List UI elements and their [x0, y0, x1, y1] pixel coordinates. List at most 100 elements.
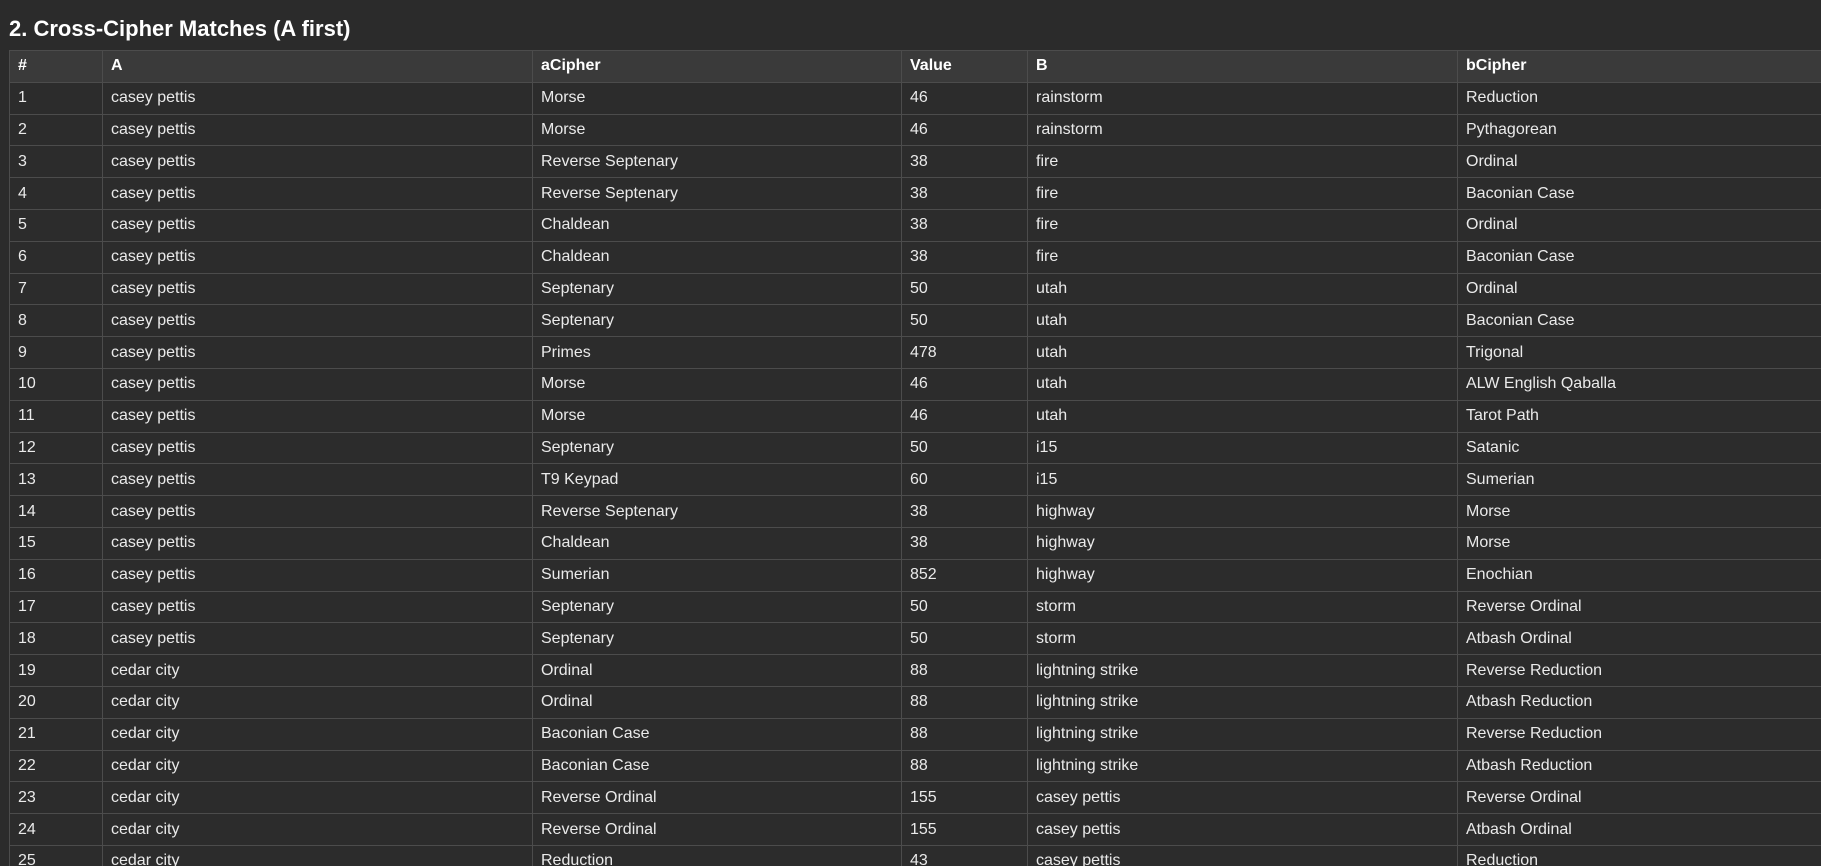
cell-b: casey pettis [1027, 844, 1458, 866]
cell-a: casey pettis [102, 399, 533, 433]
cell-value: 60 [901, 463, 1028, 497]
cell-number: 1 [9, 81, 103, 115]
cell-b: highway [1027, 558, 1458, 592]
cell-value: 50 [901, 622, 1028, 656]
table-row: 21 cedar city Baconian Case 88 lightning str… [9, 717, 1821, 751]
cell-number: 21 [9, 717, 103, 751]
column-header-a: A [102, 50, 533, 83]
cell-b: lightning strike [1027, 749, 1458, 783]
column-header-bcipher: bCipher [1457, 50, 1821, 83]
cell-bcipher: Reduction [1457, 844, 1821, 866]
cell-number: 6 [9, 240, 103, 274]
table-row: 13 casey pettis T9 Keypad 60 i15 Sumerian [9, 463, 1821, 497]
cell-value: 38 [901, 240, 1028, 274]
cell-b: utah [1027, 336, 1458, 369]
cell-bcipher: Baconian Case [1457, 177, 1821, 210]
cell-number: 18 [9, 622, 103, 656]
cell-b: utah [1027, 367, 1458, 401]
cell-bcipher: Atbash Reduction [1457, 749, 1821, 783]
cell-bcipher: Morse [1457, 526, 1821, 560]
cell-b: i15 [1027, 463, 1458, 497]
cell-acipher: Reverse Ordinal [532, 813, 902, 846]
table-row: 16 casey pettis Sumerian 852 highway Enochian [9, 558, 1821, 592]
cell-bcipher: Reverse Ordinal [1457, 781, 1821, 815]
cell-bcipher: Trigonal [1457, 336, 1821, 369]
table-body: 1 casey pettis Morse 46 rainstorm Reduction 2 c… [9, 81, 1821, 866]
column-header-b: B [1027, 50, 1458, 83]
cell-value: 38 [901, 208, 1028, 242]
cell-bcipher: Enochian [1457, 558, 1821, 592]
cell-bcipher: Ordinal [1457, 208, 1821, 242]
cell-b: fire [1027, 240, 1458, 274]
cell-number: 9 [9, 336, 103, 369]
cell-value: 155 [901, 781, 1028, 815]
cell-a: casey pettis [102, 367, 533, 401]
cell-b: i15 [1027, 431, 1458, 465]
cell-acipher: Chaldean [532, 240, 902, 274]
cell-acipher: T9 Keypad [532, 463, 902, 497]
cell-value: 43 [901, 844, 1028, 866]
cell-number: 10 [9, 367, 103, 401]
table-row: 1 casey pettis Morse 46 rainstorm Reduction [9, 81, 1821, 115]
cell-bcipher: Satanic [1457, 431, 1821, 465]
cell-acipher: Ordinal [532, 685, 902, 719]
cell-a: casey pettis [102, 622, 533, 656]
cell-bcipher: ALW English Qaballa [1457, 367, 1821, 401]
cell-number: 22 [9, 749, 103, 783]
table-row: 10 casey pettis Morse 46 utah ALW English Qab… [9, 367, 1821, 401]
cell-value: 88 [901, 749, 1028, 783]
cell-bcipher: Ordinal [1457, 272, 1821, 306]
cell-acipher: Reverse Ordinal [532, 781, 902, 815]
cell-acipher: Reduction [532, 844, 902, 866]
cell-a: cedar city [102, 685, 533, 719]
cell-b: rainstorm [1027, 81, 1458, 115]
cell-a: casey pettis [102, 145, 533, 179]
cell-bcipher: Reverse Ordinal [1457, 590, 1821, 624]
cell-value: 38 [901, 177, 1028, 210]
cell-bcipher: Reverse Reduction [1457, 654, 1821, 687]
cell-b: lightning strike [1027, 685, 1458, 719]
cell-number: 11 [9, 399, 103, 433]
column-header-number: # [9, 50, 103, 83]
cell-a: casey pettis [102, 304, 533, 338]
cell-value: 46 [901, 367, 1028, 401]
cell-acipher: Septenary [532, 431, 902, 465]
table-row: 23 cedar city Reverse Ordinal 155 casey pett… [9, 781, 1821, 815]
cell-a: casey pettis [102, 177, 533, 210]
cell-b: storm [1027, 590, 1458, 624]
cell-a: casey pettis [102, 336, 533, 369]
cell-b: casey pettis [1027, 813, 1458, 846]
cell-a: casey pettis [102, 81, 533, 115]
cell-acipher: Ordinal [532, 654, 902, 687]
cell-acipher: Baconian Case [532, 749, 902, 783]
cell-number: 13 [9, 463, 103, 497]
cell-acipher: Morse [532, 399, 902, 433]
cell-bcipher: Atbash Ordinal [1457, 813, 1821, 846]
cell-acipher: Reverse Septenary [532, 145, 902, 179]
cell-value: 50 [901, 431, 1028, 465]
cell-bcipher: Sumerian [1457, 463, 1821, 497]
cell-a: casey pettis [102, 208, 533, 242]
cell-b: utah [1027, 399, 1458, 433]
cell-value: 50 [901, 304, 1028, 338]
cell-value: 46 [901, 113, 1028, 147]
cell-number: 15 [9, 526, 103, 560]
cell-bcipher: Baconian Case [1457, 304, 1821, 338]
cell-value: 46 [901, 81, 1028, 115]
cell-a: cedar city [102, 781, 533, 815]
cell-number: 17 [9, 590, 103, 624]
table-row: 19 cedar city Ordinal 88 lightning strike Rev… [9, 654, 1821, 687]
cell-acipher: Morse [532, 113, 902, 147]
cell-acipher: Morse [532, 81, 902, 115]
cell-number: 14 [9, 495, 103, 528]
cell-a: casey pettis [102, 495, 533, 528]
table-row: 2 casey pettis Morse 46 rainstorm Pythagorean [9, 113, 1821, 147]
cell-b: fire [1027, 208, 1458, 242]
cell-a: casey pettis [102, 558, 533, 592]
cell-value: 50 [901, 272, 1028, 306]
cell-acipher: Primes [532, 336, 902, 369]
cell-bcipher: Atbash Reduction [1457, 685, 1821, 719]
table-row: 3 casey pettis Reverse Septenary 38 fire Ordi… [9, 145, 1821, 179]
table-row: 15 casey pettis Chaldean 38 highway Morse [9, 526, 1821, 560]
cell-value: 852 [901, 558, 1028, 592]
